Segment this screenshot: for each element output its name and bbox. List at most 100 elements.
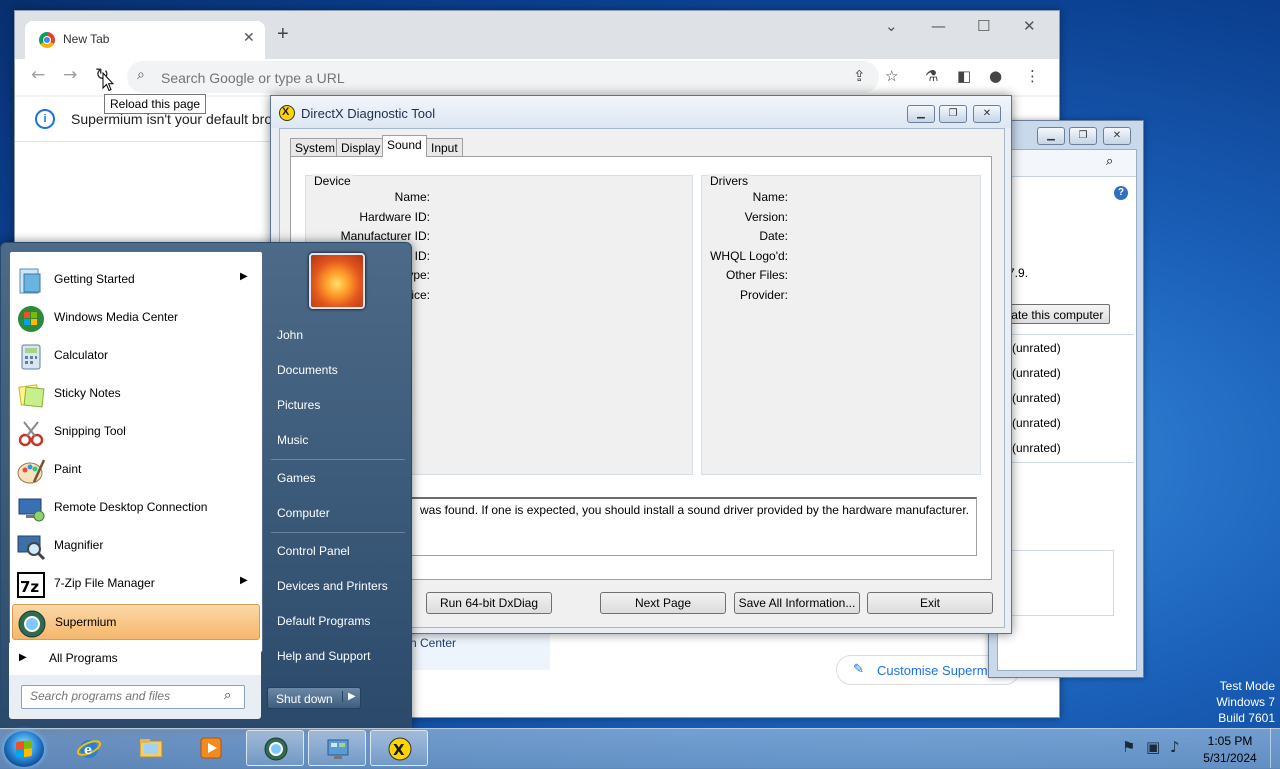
show-desktop-button[interactable] [1270, 728, 1280, 768]
tab-sound[interactable]: Sound [382, 135, 427, 157]
help-icon[interactable]: ? [1114, 186, 1128, 200]
device-name-label: Name: [394, 190, 430, 204]
taskbar-supermium[interactable] [246, 730, 304, 766]
supermium-icon [18, 610, 46, 638]
shutdown-button[interactable]: Shut down ▶ [267, 687, 361, 709]
share-icon[interactable]: ⇪ [853, 67, 866, 85]
program-snipping-tool[interactable]: Snipping Tool [12, 414, 260, 450]
new-tab-button[interactable]: + [277, 23, 289, 46]
shutdown-options-arrow-icon[interactable]: ▶ [342, 691, 356, 702]
back-button[interactable]: ← [31, 65, 45, 85]
user-picture-avatar[interactable] [309, 253, 365, 309]
taskbar-media-player[interactable] [182, 730, 240, 766]
dx-restore-button[interactable]: ❐ [939, 105, 967, 123]
program-calculator[interactable]: Calculator [12, 338, 260, 374]
start-search-input[interactable] [28, 688, 222, 704]
taskbar-internet-explorer[interactable]: e [60, 730, 118, 766]
menu-kebab-icon[interactable]: ⋮ [1025, 67, 1040, 85]
link-help-support[interactable]: Help and Support [267, 642, 407, 670]
reload-tooltip: Reload this page [104, 94, 207, 114]
all-programs-button[interactable]: ▶ All Programs [9, 643, 261, 675]
perf-close-button[interactable]: ✕ [1103, 127, 1131, 145]
clock-date: 5/31/2024 [1203, 751, 1257, 765]
program-supermium[interactable]: Supermium [12, 604, 260, 640]
search-icon: ⌕ [224, 688, 232, 703]
program-media-center[interactable]: Windows Media Center [12, 300, 260, 336]
device-group-title: Device [312, 174, 353, 188]
programs-list: Getting Started ▶ Windows Media Center C… [9, 251, 263, 653]
directx-icon: X [388, 737, 412, 761]
svg-text:7z: 7z [20, 578, 39, 596]
tab-system[interactable]: System [290, 138, 341, 156]
link-documents[interactable]: Documents [267, 356, 407, 384]
tab-new-tab[interactable]: New Tab ✕ [25, 21, 265, 59]
driver-date-label: Date: [759, 229, 788, 243]
omnibox[interactable]: ⌕ [127, 61, 879, 93]
hardware-id-label: Hardware ID: [359, 210, 430, 224]
volume-muted-icon[interactable]: ♪ [1170, 738, 1180, 756]
link-user-folder[interactable]: John [267, 321, 407, 349]
close-window-button[interactable]: ✕ [1023, 17, 1036, 35]
profile-icon[interactable]: ● [989, 67, 1002, 85]
link-music[interactable]: Music [267, 426, 407, 454]
network-icon[interactable]: ▣ [1146, 738, 1160, 756]
remote-desktop-icon [18, 498, 45, 522]
taskbar-explorer[interactable] [122, 730, 180, 766]
system-clock[interactable]: 1:05 PM 5/31/2024 [1190, 733, 1270, 767]
extensions-icon[interactable]: ⚗ [925, 67, 938, 85]
link-control-panel[interactable]: Control Panel [267, 537, 407, 565]
dx-minimize-button[interactable]: ▁ [907, 105, 935, 123]
tab-display[interactable]: Display [336, 138, 386, 156]
score-value: (unrated) [1012, 391, 1061, 405]
action-center-flag-icon[interactable]: ⚑ [1122, 738, 1135, 756]
snipping-tool-icon [18, 421, 44, 447]
program-getting-started[interactable]: Getting Started ▶ [12, 262, 260, 298]
score-value: (unrated) [1012, 441, 1061, 455]
side-panel-icon[interactable]: ◧ [957, 67, 971, 85]
paint-icon [17, 459, 46, 484]
action-center-link[interactable]: n Center [410, 636, 456, 650]
calculator-icon [21, 344, 41, 370]
browser-toolbar: ← → ↻ ⌕ ⇪ ☆ ⚗ ◧ ● ⋮ [15, 59, 1059, 95]
mouse-cursor-icon [102, 72, 114, 92]
link-games[interactable]: Games [267, 464, 407, 492]
rate-computer-button[interactable]: Rate this computer [996, 304, 1110, 324]
search-icon: ⌕ [1106, 154, 1114, 169]
provider-label: Provider: [739, 288, 788, 302]
watermark-line: Windows 7 [1216, 695, 1275, 709]
taskbar-dxdiag[interactable]: X [370, 730, 428, 766]
program-remote-desktop[interactable]: Remote Desktop Connection [12, 490, 260, 526]
internet-explorer-icon: e [76, 740, 102, 758]
maximize-button[interactable]: ☐ [977, 17, 990, 35]
program-paint[interactable]: Paint [12, 452, 260, 488]
taskbar-control-panel[interactable] [308, 730, 366, 766]
watermark-line: Build 7601 [1218, 711, 1275, 725]
minimize-button[interactable]: — [931, 17, 946, 35]
start-search-area: ⌕ [9, 675, 261, 719]
tab-close-icon[interactable]: ✕ [243, 29, 255, 46]
start-search-box[interactable]: ⌕ [21, 685, 245, 709]
perf-search-bar[interactable]: ⌕ [998, 150, 1136, 177]
program-7zip[interactable]: 7z 7-Zip File Manager ▶ [12, 566, 260, 602]
perf-restore-button[interactable]: ❐ [1069, 127, 1097, 145]
next-page-button[interactable]: Next Page [600, 592, 726, 614]
tab-search-chevron-icon[interactable]: ⌄ [885, 17, 898, 35]
address-input[interactable] [159, 67, 763, 89]
link-default-programs[interactable]: Default Programs [267, 607, 407, 635]
exit-button[interactable]: Exit [867, 592, 993, 614]
start-button[interactable] [4, 731, 44, 767]
chrome-favicon-icon [39, 32, 55, 48]
forward-button[interactable]: → [63, 65, 77, 85]
save-all-button[interactable]: Save All Information... [734, 592, 860, 614]
bookmark-star-icon[interactable]: ☆ [885, 67, 898, 85]
link-computer[interactable]: Computer [267, 499, 407, 527]
dx-close-button[interactable]: ✕ [973, 105, 1001, 123]
perf-minimize-button[interactable]: ▁ [1037, 127, 1065, 145]
tab-input[interactable]: Input [426, 138, 463, 156]
link-devices-printers[interactable]: Devices and Printers [267, 572, 407, 600]
program-magnifier[interactable]: Magnifier [12, 528, 260, 564]
link-pictures[interactable]: Pictures [267, 391, 407, 419]
run-64bit-button[interactable]: Run 64-bit DxDiag [426, 592, 552, 614]
shutdown-label: Shut down [276, 692, 333, 706]
program-sticky-notes[interactable]: Sticky Notes [12, 376, 260, 412]
